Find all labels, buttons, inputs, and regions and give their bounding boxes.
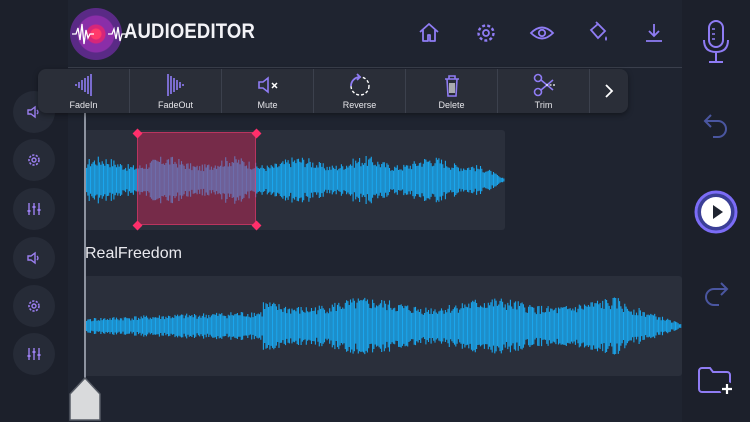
fade-in-button[interactable]: FadeIn [38,69,130,113]
add-folder-icon [698,367,734,396]
track-2-name: RealFreedom [85,245,182,262]
right-rail [682,0,750,422]
equalizer-icon [27,203,41,215]
add-folder-button[interactable] [682,360,750,400]
track2-settings-button[interactable] [13,285,55,327]
home-icon [419,23,439,42]
selection-region[interactable] [137,132,256,225]
playhead-handle[interactable] [68,376,102,422]
header-divider [68,67,682,68]
trim-button[interactable]: Trim [498,69,590,113]
delete-label: Delete [438,100,465,110]
redo-button[interactable] [682,276,750,316]
preview-eye-icon [529,26,555,40]
fade-out-label: FadeOut [157,100,194,110]
scissors-icon [533,73,555,97]
fade-in-icon [74,74,92,96]
settings-gear-icon [28,154,40,166]
fill-button[interactable] [585,20,611,46]
microphone-icon [703,20,729,63]
volume-icon [27,251,39,265]
reverse-button[interactable]: Reverse [314,69,406,113]
fill-bucket-icon [589,21,607,41]
track-2-waveform [84,297,682,355]
download-icon [646,24,662,42]
home-button[interactable] [416,20,442,46]
track1-equalizer-button[interactable] [13,188,55,230]
toolbar-more-button[interactable] [590,69,628,113]
settings-button[interactable] [473,20,499,46]
preview-button[interactable] [529,20,555,46]
trash-icon [444,75,459,97]
play-button[interactable] [682,189,750,235]
undo-button[interactable] [682,108,750,148]
track2-volume-button[interactable] [13,237,55,279]
mute-label: Mute [257,100,278,110]
playhead-line[interactable] [84,112,86,382]
mute-button[interactable]: Mute [222,69,314,113]
settings-gear-icon [477,24,495,42]
fade-out-button[interactable]: FadeOut [130,69,222,113]
app-header: AUDIOEDITOR [68,0,682,68]
track1-settings-button[interactable] [13,139,55,181]
play-icon [694,190,738,234]
undo-icon [703,114,727,138]
reverse-icon [349,73,370,96]
fade-in-label: FadeIn [69,100,98,110]
track2-equalizer-button[interactable] [13,333,55,375]
download-button[interactable] [641,20,667,46]
settings-gear-icon [28,300,40,312]
redo-icon [705,282,729,306]
chevron-right-icon [605,84,614,98]
edit-toolbar: FadeIn FadeOut Mute Reverse Delete Trim [38,69,628,113]
logo-wave-icon [72,23,126,45]
left-rail [0,0,68,422]
fade-out-icon [166,74,184,96]
record-button[interactable] [682,16,750,68]
app-title: AUDIOEDITOR [124,20,255,43]
waveform-path [84,297,682,355]
trim-label: Trim [534,100,553,110]
mute-icon [257,76,278,94]
track-2[interactable] [84,276,682,376]
delete-button[interactable]: Delete [406,69,498,113]
reverse-label: Reverse [342,100,377,110]
equalizer-icon [27,348,41,360]
